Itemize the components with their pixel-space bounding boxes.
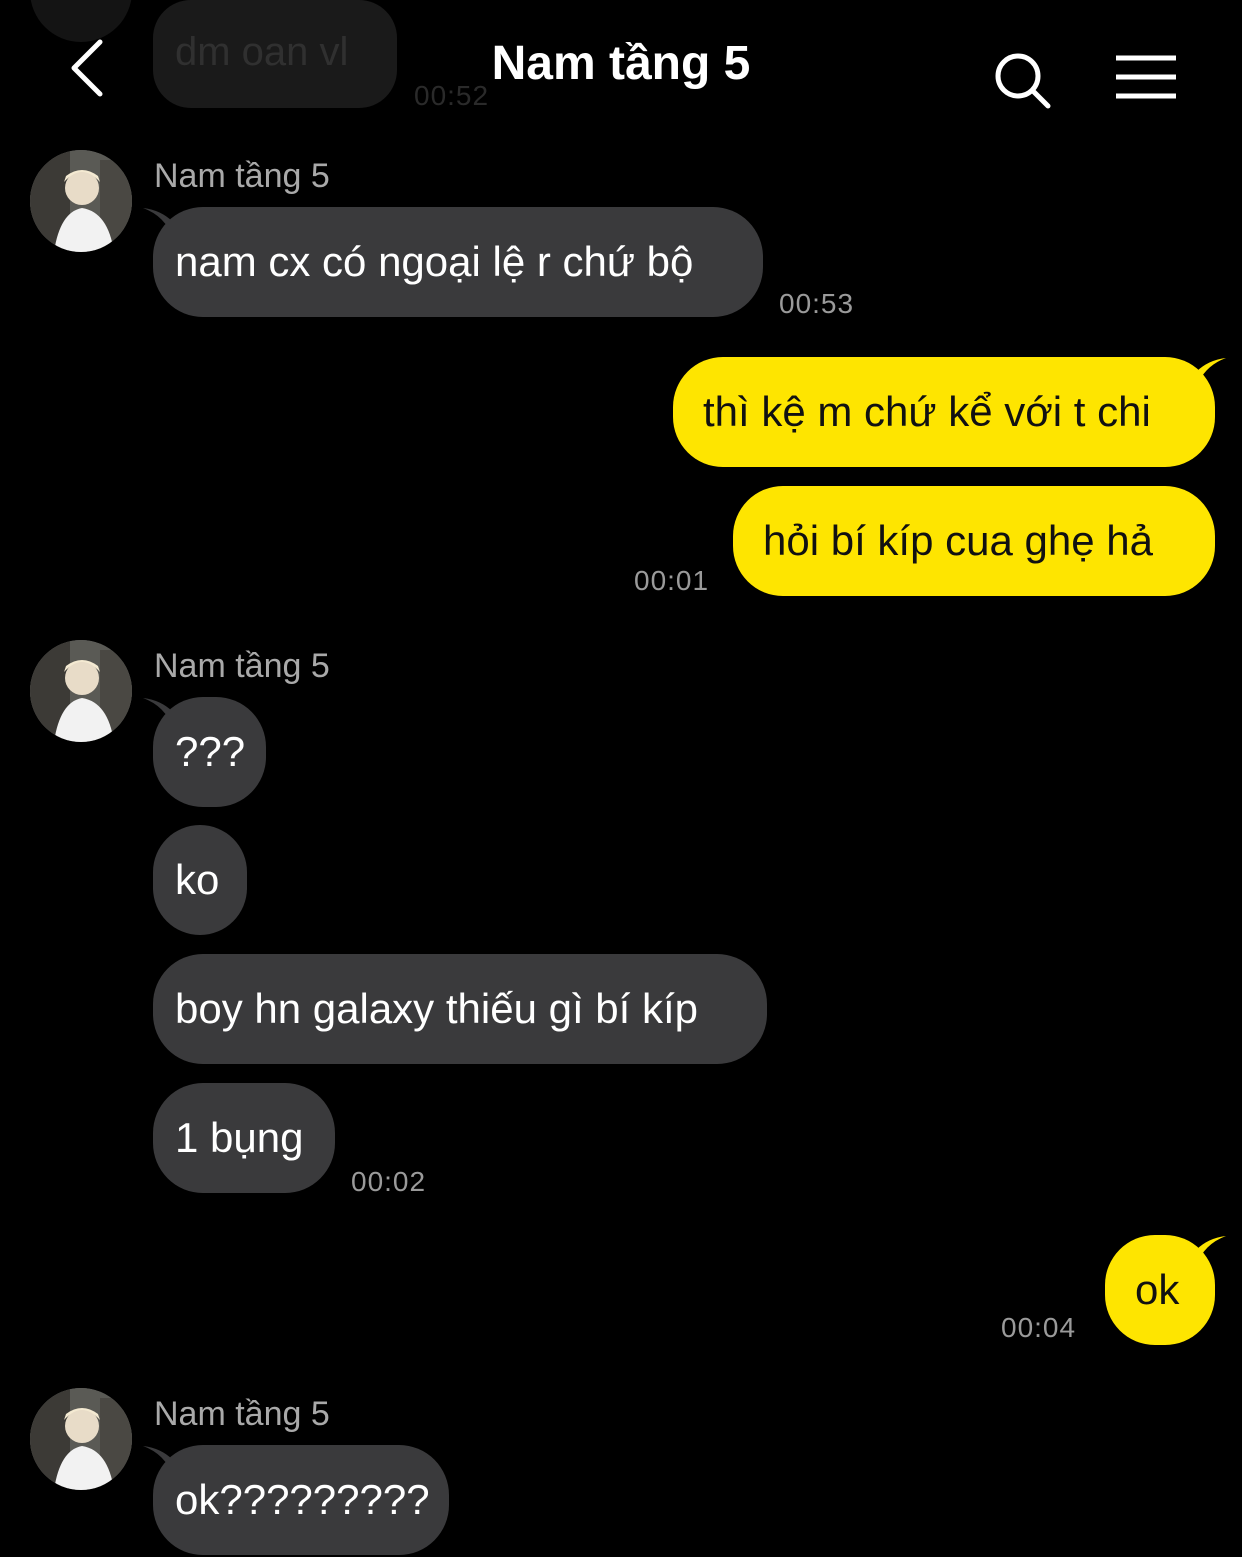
message-bubble-incoming[interactable]: ok?????????: [153, 1445, 449, 1555]
message-time: 00:02: [351, 1166, 427, 1197]
avatar-photo: [30, 640, 132, 742]
avatar-photo: [30, 150, 132, 252]
message-text: hỏi bí kíp cua ghẹ hả: [763, 517, 1153, 564]
message-bubble-outgoing[interactable]: ok: [1105, 1235, 1215, 1345]
message-text: 1 bụng: [175, 1114, 304, 1161]
menu-button[interactable]: [1110, 50, 1182, 106]
message-time: 00:01: [634, 565, 710, 596]
avatar-photo: [30, 1388, 132, 1490]
message-bubble-incoming[interactable]: boy hn galaxy thiếu gì bí kíp: [153, 954, 767, 1064]
contact-avatar[interactable]: [30, 150, 132, 252]
search-icon: [995, 53, 1051, 109]
sender-name: Nam tầng 5: [154, 647, 330, 685]
message-text: thì kệ m chứ kể với t chi: [703, 388, 1151, 435]
message-bubble-outgoing[interactable]: thì kệ m chứ kể với t chi: [673, 357, 1215, 467]
message-text: ok?????????: [175, 1476, 430, 1523]
message-text: nam cx có ngoại lệ r chứ bộ: [175, 238, 694, 285]
sender-name: Nam tầng 5: [154, 157, 330, 195]
message-bubble-outgoing[interactable]: hỏi bí kíp cua ghẹ hả: [733, 486, 1215, 596]
message-bubble-incoming[interactable]: 1 bụng: [153, 1083, 335, 1193]
message-bubble-incoming[interactable]: ???: [153, 697, 266, 807]
search-button[interactable]: [990, 48, 1056, 114]
message-text: boy hn galaxy thiếu gì bí kíp: [175, 985, 699, 1032]
message-text: ???: [175, 728, 246, 775]
contact-avatar[interactable]: [30, 1388, 132, 1490]
hamburger-menu-icon: [1116, 55, 1176, 99]
sender-name: Nam tầng 5: [154, 1395, 330, 1433]
message-time: 00:04: [1001, 1312, 1077, 1343]
contact-avatar[interactable]: [30, 640, 132, 742]
message-text: ok: [1135, 1266, 1180, 1313]
message-bubble-incoming[interactable]: ko: [153, 825, 247, 935]
message-time: 00:53: [779, 288, 855, 319]
message-text: ko: [175, 856, 220, 903]
message-bubble-incoming[interactable]: nam cx có ngoại lệ r chứ bộ: [153, 207, 763, 317]
